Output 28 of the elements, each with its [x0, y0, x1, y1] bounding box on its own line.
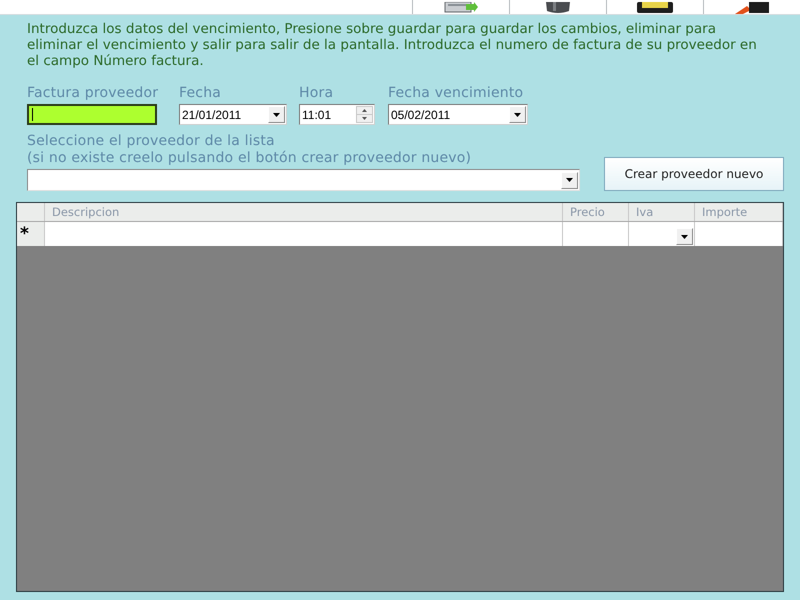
instructions-text: Introduzca los datos del vencimiento, Presione sobre guardar para guardar los cambios, eliminar para eliminar el vencimiento y salir para salir de la pantalla. Introduzca el numero de factura de su proveedor en el campo Número factura.: [27, 21, 758, 69]
dropdown-button[interactable]: [561, 172, 578, 188]
dropdown-button[interactable]: [509, 106, 526, 123]
date-picker[interactable]: 05/02/2011: [388, 104, 528, 125]
date-picker[interactable]: 21/01/2011: [179, 104, 287, 125]
up-arrow-icon: [362, 109, 367, 112]
caret-icon: [681, 234, 688, 238]
bin-icon[interactable]: [545, 2, 572, 14]
document-arrow-icon[interactable]: [444, 2, 478, 14]
supplier-label: Seleccione el proveedor de la lista: [27, 133, 275, 150]
field-label: Fecha vencimiento: [388, 85, 524, 101]
text-cursor: [32, 108, 33, 121]
field-label: Fecha: [179, 85, 222, 101]
spin-buttons[interactable]: [356, 106, 373, 123]
field-label: Factura proveedor: [27, 85, 158, 101]
down-arrow-icon: [362, 117, 367, 120]
caret-icon: [273, 112, 280, 116]
invoice-number-field[interactable]: [27, 104, 157, 125]
create-supplier-button[interactable]: Crear proveedor nuevo: [604, 157, 784, 191]
field-label: Hora: [299, 85, 334, 101]
exit-door-icon[interactable]: [735, 2, 770, 14]
dropdown-button[interactable]: [676, 228, 693, 245]
time-picker[interactable]: 11:01: [299, 104, 375, 125]
dropdown-button[interactable]: [268, 106, 285, 123]
caret-icon: [514, 112, 521, 116]
caret-icon: [566, 178, 573, 182]
new-row-marker: *: [17, 222, 45, 246]
supplier-label: (si no existe creelo pulsando el botón crear proveedor nuevo): [27, 150, 472, 167]
